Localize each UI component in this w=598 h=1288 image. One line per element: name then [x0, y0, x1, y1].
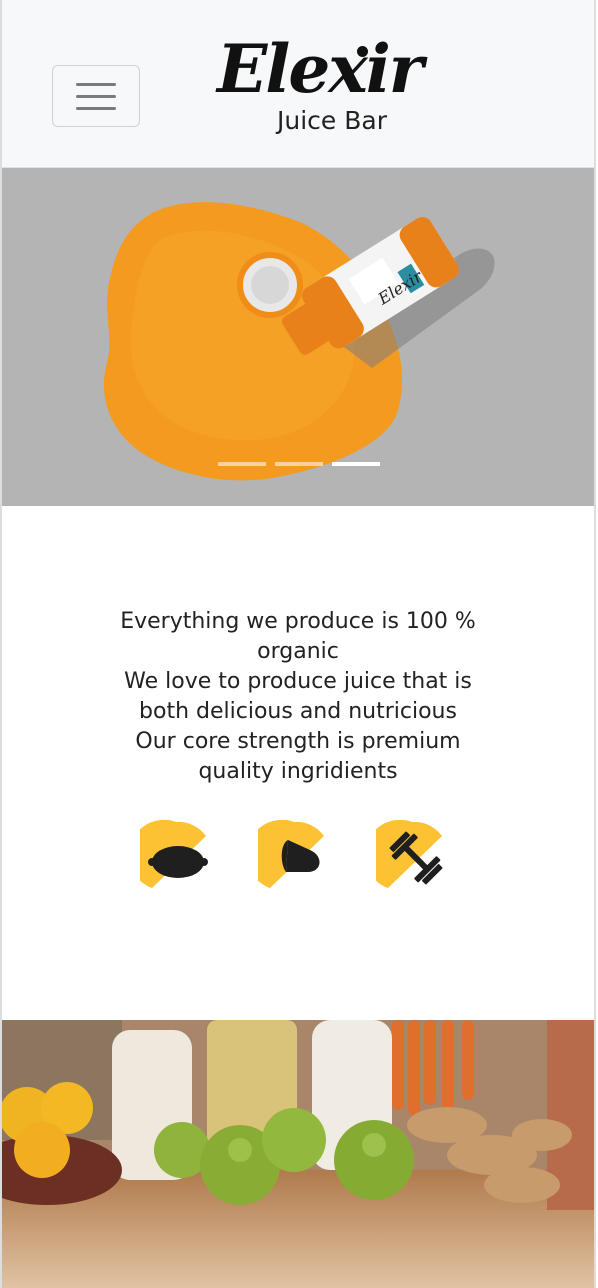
strength-feature — [364, 819, 448, 892]
menu-toggle-button[interactable] — [52, 65, 140, 127]
delicious-feature — [246, 819, 330, 892]
about-line: We love to produce juice that is — [124, 669, 472, 694]
about-line: organic — [257, 639, 339, 664]
produce-photo — [2, 1020, 594, 1288]
about-line: Everything we produce is 100 % — [120, 609, 476, 634]
about-line: Our core strength is premium — [135, 729, 461, 754]
hero-slide-image: Elexir — [2, 168, 594, 506]
brand-logo[interactable]: Elexir Juice Bar — [217, 30, 424, 142]
organic-feature — [128, 819, 212, 892]
carousel-indicator-2[interactable] — [275, 462, 323, 466]
carousel-indicator-1[interactable] — [218, 462, 266, 466]
produce-image — [2, 1020, 594, 1288]
lemon-icon — [128, 819, 208, 888]
logo-subtitle: Juice Bar — [277, 106, 387, 135]
navbar: Elexir Juice Bar — [2, 0, 594, 168]
carousel-indicator-3[interactable] — [332, 462, 380, 466]
about-text: Everything we produce is 100 % organic W… — [96, 607, 500, 787]
carousel-indicators — [218, 462, 388, 467]
hamburger-icon — [76, 83, 116, 86]
logo-dot-icon — [357, 46, 368, 57]
heart-icon — [246, 819, 324, 888]
about-line: quality ingridients — [198, 759, 398, 784]
hero-carousel[interactable]: Elexir — [2, 168, 594, 506]
logo-title: Elexir — [217, 30, 424, 108]
feature-icons — [0, 819, 596, 892]
dumbbell-icon — [364, 819, 443, 888]
about-line: both delicious and nutricious — [139, 699, 457, 724]
